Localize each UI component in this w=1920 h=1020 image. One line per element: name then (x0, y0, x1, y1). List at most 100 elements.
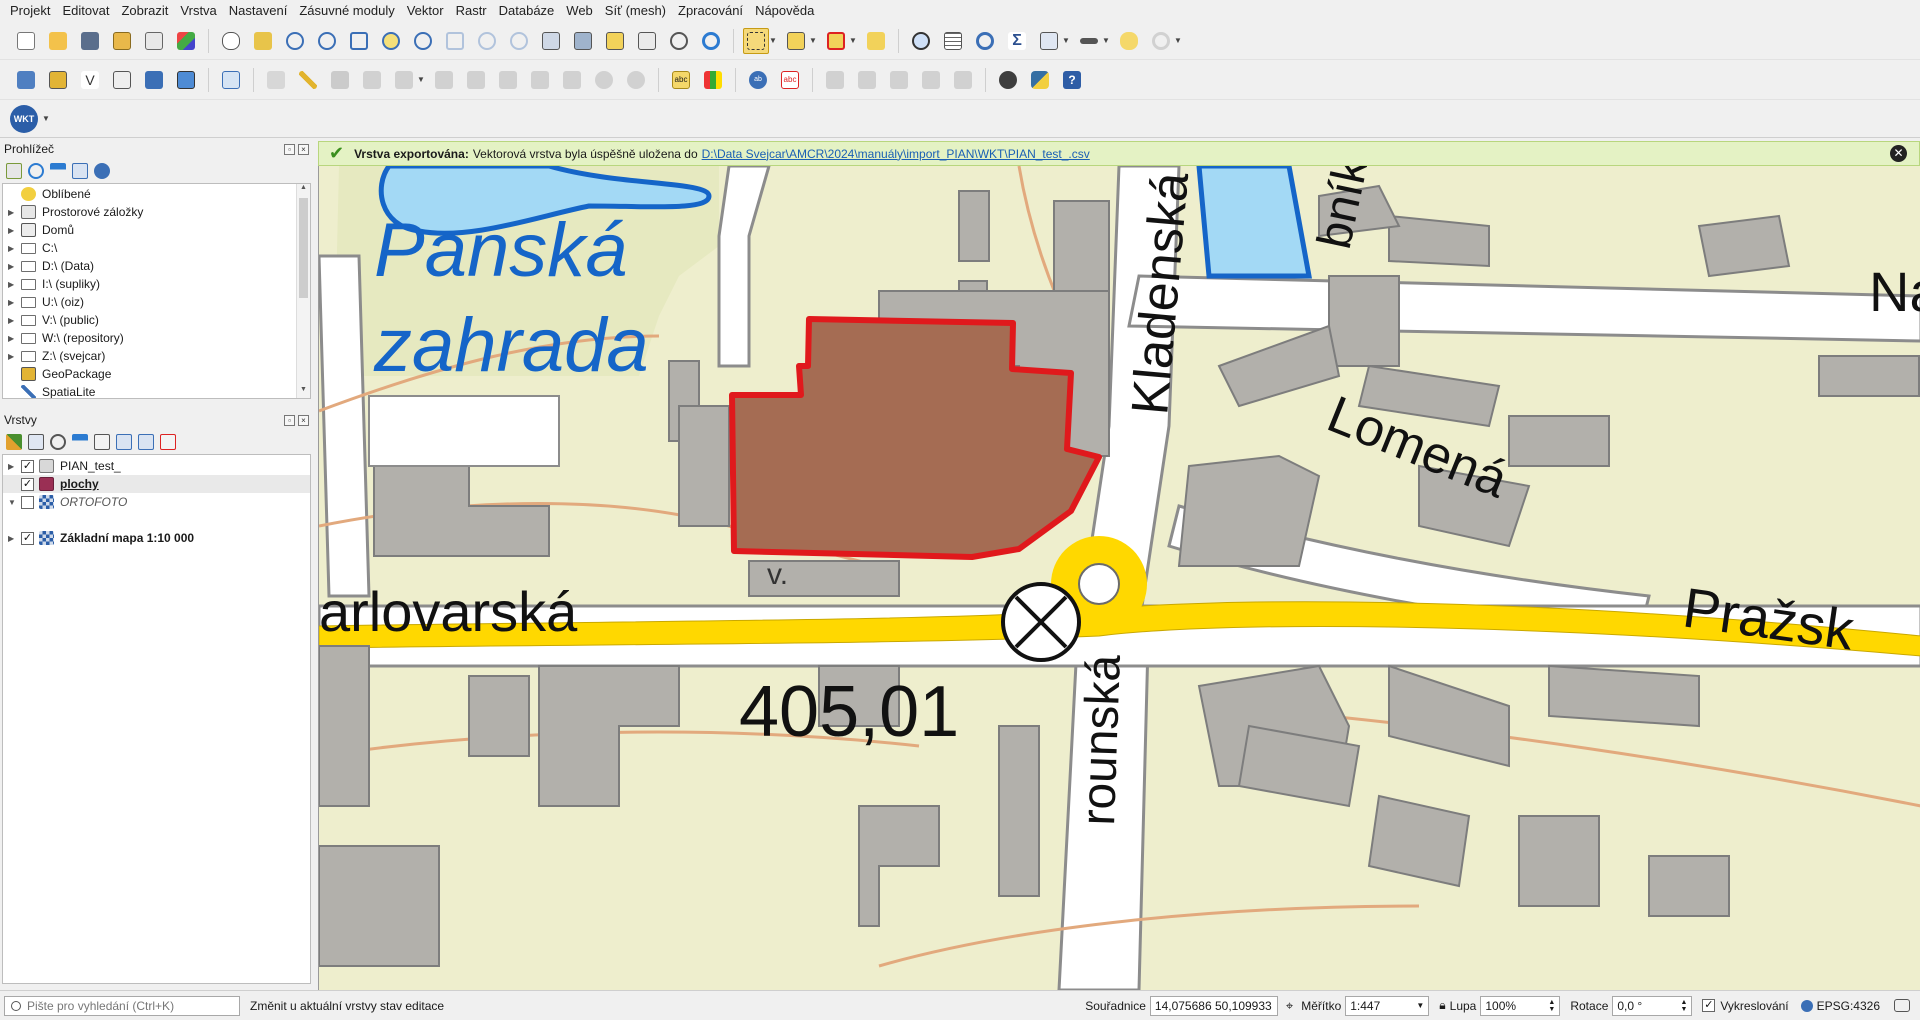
menu-napoveda[interactable]: Nápověda (749, 0, 820, 22)
locator-button[interactable] (1148, 28, 1174, 54)
info-icon[interactable] (94, 163, 110, 179)
chevron-down-icon[interactable]: ▼ (1416, 1001, 1424, 1010)
browser-item[interactable]: ▶ C:\ (3, 239, 310, 257)
map-canvas[interactable]: Panská zahrada Kladenská Lomená arlovars… (318, 166, 1920, 990)
browser-item[interactable]: ▶ Z:\ (svejcar) (3, 347, 310, 365)
open-recent-button[interactable] (109, 28, 135, 54)
message-file-link[interactable]: D:\Data Svejcar\AMCR\2024\manuály\import… (702, 147, 1090, 161)
filter-icon[interactable] (50, 163, 66, 179)
paste-features-button[interactable] (559, 67, 585, 93)
new-bookmark-button[interactable] (602, 28, 628, 54)
add-group-icon[interactable] (28, 434, 44, 450)
close-icon[interactable]: ✕ (1890, 145, 1907, 162)
modify-attributes-button[interactable] (431, 67, 457, 93)
chevron-down-icon[interactable]: ▼ (417, 75, 425, 84)
browser-item[interactable]: Oblíbené (3, 185, 310, 203)
label-rotate-button[interactable] (886, 67, 912, 93)
layer-visibility-checkbox[interactable]: ✓ (21, 459, 34, 473)
scroll-down-icon[interactable]: ▼ (297, 386, 310, 398)
menu-rastr[interactable]: Rastr (450, 0, 493, 22)
layer-row-plochy[interactable]: ✓ plochy (3, 475, 310, 493)
expand-icon[interactable]: ▶ (8, 280, 18, 289)
crs-button[interactable]: EPSG:4326 (1817, 999, 1880, 1013)
layer-visibility-checkbox[interactable]: ✓ (21, 477, 34, 491)
menu-editovat[interactable]: Editovat (56, 0, 115, 22)
locator-search-input[interactable]: Pište pro vyhledání (Ctrl+K) (4, 995, 240, 1016)
select-by-location-button[interactable] (863, 28, 889, 54)
refresh-button[interactable] (698, 28, 724, 54)
map-svg[interactable]: Panská zahrada Kladenská Lomená arlovars… (319, 166, 1920, 990)
deselect-button[interactable] (823, 28, 849, 54)
scale-combo[interactable]: 1:447 ▼ (1345, 995, 1430, 1016)
label-pin-button[interactable]: ab (745, 67, 771, 93)
processing-toolbox-button[interactable] (972, 28, 998, 54)
open-field-calculator-button[interactable] (1036, 28, 1062, 54)
save-edits-button[interactable] (327, 67, 353, 93)
label-move-button[interactable] (822, 67, 848, 93)
zoom-native-button[interactable] (442, 28, 468, 54)
browser-item[interactable]: SpatiaLite (3, 383, 310, 398)
scroll-up-icon[interactable]: ▲ (297, 184, 310, 196)
chevron-down-icon[interactable]: ▼ (1174, 36, 1182, 45)
collapse-icon[interactable]: ▼ (8, 498, 18, 507)
label-highlight-button[interactable]: abc (777, 67, 803, 93)
label-properties-button[interactable] (950, 67, 976, 93)
expression-filter-icon[interactable] (94, 434, 110, 450)
menu-web[interactable]: Web (560, 0, 599, 22)
zoom-to-layer-button[interactable] (410, 28, 436, 54)
plugin-button[interactable] (995, 67, 1021, 93)
new-project-button[interactable] (13, 28, 39, 54)
browser-scrollbar[interactable]: ▲ ▼ (296, 184, 310, 398)
chevron-down-icon[interactable]: ▼ (769, 36, 777, 45)
add-virtual-layer-button[interactable] (109, 67, 135, 93)
select-by-value-button[interactable] (783, 28, 809, 54)
menu-nastaveni[interactable]: Nastavení (223, 0, 294, 22)
layout-button[interactable] (141, 28, 167, 54)
remove-layer-icon[interactable] (160, 434, 176, 450)
expand-icon[interactable]: ▶ (8, 208, 18, 217)
add-vector-layer-button[interactable]: V (77, 67, 103, 93)
undo-button[interactable] (591, 67, 617, 93)
chevron-down-icon[interactable]: ▼ (42, 114, 50, 123)
label-show-hide-button[interactable] (854, 67, 880, 93)
current-edits-button[interactable] (263, 67, 289, 93)
add-mesh-layer-button[interactable] (173, 67, 199, 93)
magnifier-spinbox[interactable]: 100% ▲ ▼ (1480, 995, 1561, 1016)
new-geopackage-button[interactable] (45, 67, 71, 93)
spin-arrows-icon[interactable]: ▲ ▼ (1548, 999, 1555, 1013)
save-project-button[interactable] (77, 28, 103, 54)
python-console-button[interactable] (1027, 67, 1053, 93)
layer-row-ortofoto[interactable]: ▼ ORTOFOTO (3, 493, 310, 511)
lock-icon[interactable]: 🔒︎ (1439, 998, 1445, 1013)
help-button[interactable]: ? (1059, 67, 1085, 93)
copy-features-button[interactable] (527, 67, 553, 93)
render-checkbox[interactable]: ✓ (1702, 999, 1716, 1012)
zoom-in-button[interactable] (282, 28, 308, 54)
menu-projekt[interactable]: Projekt (4, 0, 56, 22)
add-selected-layers-icon[interactable] (6, 163, 22, 179)
layer-row-pian-test[interactable]: ▶ ✓ PIAN_test_ (3, 457, 310, 475)
menu-zpracovani[interactable]: Zpracování (672, 0, 749, 22)
identify-button[interactable] (908, 28, 934, 54)
zoom-out-button[interactable] (314, 28, 340, 54)
collapse-all-icon[interactable] (138, 434, 154, 450)
chevron-down-icon[interactable]: ▼ (849, 36, 857, 45)
zoom-next-button[interactable] (506, 28, 532, 54)
measure-button[interactable] (1076, 28, 1102, 54)
expand-icon[interactable]: ▶ (8, 534, 18, 543)
pan-to-selection-button[interactable] (250, 28, 276, 54)
browser-item[interactable]: ▶ D:\ (Data) (3, 257, 310, 275)
refresh-icon[interactable] (28, 163, 44, 179)
expand-all-icon[interactable] (116, 434, 132, 450)
layer-visibility-checkbox[interactable]: ✓ (21, 531, 34, 545)
browser-item[interactable]: ▶ I:\ (supliky) (3, 275, 310, 293)
browser-item[interactable]: ▶ Domů (3, 221, 310, 239)
map-tips-button[interactable] (1116, 28, 1142, 54)
filter-legend-icon[interactable] (72, 434, 88, 450)
expand-icon[interactable]: ▶ (8, 462, 18, 471)
browser-item[interactable]: ▶ V:\ (public) (3, 311, 310, 329)
rotation-spinbox[interactable]: 0,0 ° ▲ ▼ (1612, 995, 1693, 1016)
browser-item[interactable]: ▶ U:\ (oiz) (3, 293, 310, 311)
float-panel-button[interactable]: ▫ (284, 414, 295, 426)
zoom-last-button[interactable] (474, 28, 500, 54)
